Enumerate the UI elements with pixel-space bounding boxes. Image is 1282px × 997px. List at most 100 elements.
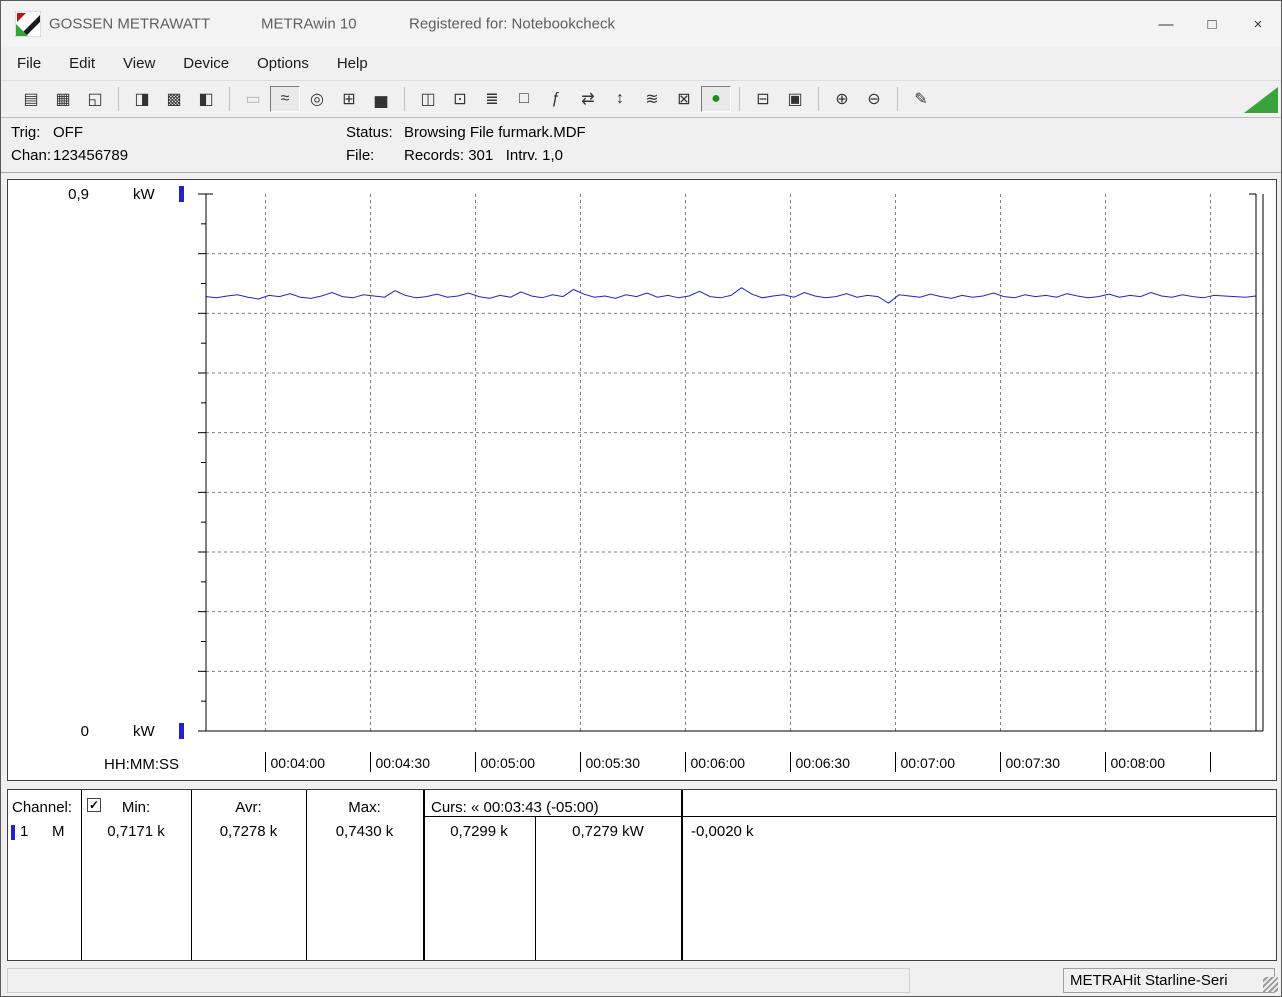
cursor-header-underline xyxy=(423,816,1276,817)
annotation-button[interactable]: ✎ xyxy=(906,86,936,112)
toolbar-separator xyxy=(897,87,898,111)
toolbar-separator xyxy=(818,87,819,111)
open-file-button[interactable]: ◱ xyxy=(80,86,110,112)
app-window: GOSSEN METRAWATT METRAwin 10 Registered … xyxy=(0,0,1282,997)
minimize-button[interactable]: — xyxy=(1143,1,1189,47)
menu-item-view[interactable]: View xyxy=(109,49,169,78)
table-view-button[interactable]: ⊞ xyxy=(334,86,364,112)
yt-chart-view-button[interactable]: ≈ xyxy=(270,86,300,112)
channels-label: Chan: xyxy=(11,147,53,164)
window-controls: — □ × xyxy=(1143,1,1281,47)
xy-view-button[interactable]: ◎ xyxy=(302,86,332,112)
x-tick-label: 00:08:00 xyxy=(1111,755,1166,771)
file-label: File: xyxy=(346,147,404,164)
x-tick-label: 00:05:00 xyxy=(481,755,536,771)
x-tick-label: 00:05:30 xyxy=(586,755,641,771)
pc-transfer-button[interactable]: ⇄ xyxy=(573,86,603,112)
toolbar-separator xyxy=(404,87,405,111)
device-name-panel: METRAHit Starline-Seri xyxy=(1063,968,1275,993)
print-button[interactable]: ▣ xyxy=(780,86,810,112)
title-app-name: METRAwin 10 xyxy=(261,16,357,33)
menu-item-options[interactable]: Options xyxy=(243,49,323,78)
monitor-view-button[interactable]: □ xyxy=(509,86,539,112)
channel-table-panel: Channel: ✓ Min: Avr: Max: Curs: « 00:03:… xyxy=(7,789,1277,961)
toolbar-separator xyxy=(739,87,740,111)
maximize-button[interactable]: □ xyxy=(1189,1,1235,47)
file-value: Records: 301 Intrv. 1,0 xyxy=(404,147,563,164)
channel-mode: M xyxy=(52,823,65,840)
y-min-label: 0 xyxy=(81,723,89,740)
title-registered: Registered for: Notebookcheck xyxy=(409,16,615,33)
y-max-marker xyxy=(179,186,184,202)
x-tick-label: 00:07:30 xyxy=(1006,755,1061,771)
status-bar: METRAHit Starline-Seri xyxy=(1,965,1281,996)
power-trace xyxy=(206,288,1256,304)
x-tick-label: 00:06:00 xyxy=(691,755,746,771)
close-button[interactable]: × xyxy=(1235,1,1281,47)
col-header-channel: Channel: xyxy=(12,799,72,816)
x-axis-format-label: HH:MM:SS xyxy=(104,756,179,773)
status-label: Status: xyxy=(346,124,404,141)
channel-min-value: 0,7171 k xyxy=(81,823,191,840)
col-header-min: Min: xyxy=(81,799,191,816)
cursor2-value: 0,7279 kW xyxy=(535,823,681,840)
read-device-button[interactable]: ◨ xyxy=(127,86,157,112)
online-record-button[interactable]: ● xyxy=(701,86,731,112)
title-bar: GOSSEN METRAWATT METRAwin 10 Registered … xyxy=(1,1,1281,47)
menu-item-device[interactable]: Device xyxy=(169,49,243,78)
y-min-unit-label: kW xyxy=(133,723,156,740)
status-value: Browsing File furmark.MDF xyxy=(404,124,586,141)
device-name: METRAHit Starline-Seri xyxy=(1070,972,1228,989)
menu-item-file[interactable]: File xyxy=(3,49,55,78)
print-preview-button[interactable]: ⊟ xyxy=(748,86,778,112)
menu-item-help[interactable]: Help xyxy=(323,49,382,78)
online-status-indicator xyxy=(1244,87,1278,113)
x-tick-label: 00:04:00 xyxy=(271,755,326,771)
channel-number: 1 xyxy=(20,823,28,840)
channel-max-value: 0,7430 k xyxy=(306,823,423,840)
arrange-windows-button[interactable]: ◫ xyxy=(413,86,443,112)
device-memory-button[interactable]: ▩ xyxy=(159,86,189,112)
cursor1-value: 0,7299 k xyxy=(423,823,535,840)
channel-color-marker xyxy=(11,825,15,840)
formula-editor-button[interactable]: ƒ xyxy=(541,86,571,112)
col-header-avr: Avr: xyxy=(191,799,306,816)
channel-avr-value: 0,7278 k xyxy=(191,823,306,840)
resize-grip[interactable] xyxy=(1263,977,1278,992)
bargraph-view-button[interactable]: ▅ xyxy=(366,86,396,112)
toolbar-separator xyxy=(229,87,230,111)
envelope-curve-button[interactable]: ≋ xyxy=(637,86,667,112)
menu-item-edit[interactable]: Edit xyxy=(55,49,109,78)
toolbar: ▤▦◱ ◨▩◧ ▭≈◎⊞▅ ◫⊡≣□ƒ⇄↕≋⊠● ⊟▣ ⊕⊖ ✎ xyxy=(1,80,1281,118)
title-brand: GOSSEN METRAWATT xyxy=(49,16,210,33)
data-list-button[interactable]: ≣ xyxy=(477,86,507,112)
app-logo-icon xyxy=(15,11,41,37)
x-tick-label: 00:06:30 xyxy=(796,755,851,771)
col-header-max: Max: xyxy=(306,799,423,816)
trigger-value: OFF xyxy=(53,124,83,141)
y-min-marker xyxy=(179,723,184,739)
copy-channels-button[interactable]: ⊠ xyxy=(669,86,699,112)
save-data-button[interactable]: ▦ xyxy=(48,86,78,112)
open-data-window-button[interactable]: ▤ xyxy=(16,86,46,112)
power-chart: 00:04:00 00:04:30 00:05:00 00:05:30 00:06:00… xyxy=(8,180,1276,780)
send-to-device-button[interactable]: ◧ xyxy=(191,86,221,112)
statusbar-message-panel xyxy=(7,968,910,993)
zoom-amplitude-button[interactable]: ⊖ xyxy=(859,86,889,112)
channels-value: 123456789 xyxy=(53,147,128,164)
x-tick-label: 00:04:30 xyxy=(376,755,431,771)
trigger-label: Trig: xyxy=(11,124,53,141)
x-tick-label: 00:07:00 xyxy=(901,755,956,771)
menu-bar: File Edit View Device Options Help xyxy=(1,47,1281,80)
zoom-time-button[interactable]: ⊕ xyxy=(827,86,857,112)
export-data-button[interactable]: ⊡ xyxy=(445,86,475,112)
info-bar: Trig:OFF Chan:123456789 Status:Browsing … xyxy=(1,118,1281,173)
multimeter-view-button[interactable]: ▭ xyxy=(238,86,268,112)
col-header-cursor: Curs: « 00:03:43 (-05:00) xyxy=(431,799,599,816)
chart-panel: 00:04:00 00:04:30 00:05:00 00:05:30 00:06:00… xyxy=(7,179,1277,781)
y-max-unit-label: kW xyxy=(133,186,156,203)
minmax-curve-button[interactable]: ↕ xyxy=(605,86,635,112)
cursor-delta-value: -0,0020 k xyxy=(691,823,754,840)
toolbar-separator xyxy=(118,87,119,111)
y-max-label: 0,9 xyxy=(68,186,89,203)
